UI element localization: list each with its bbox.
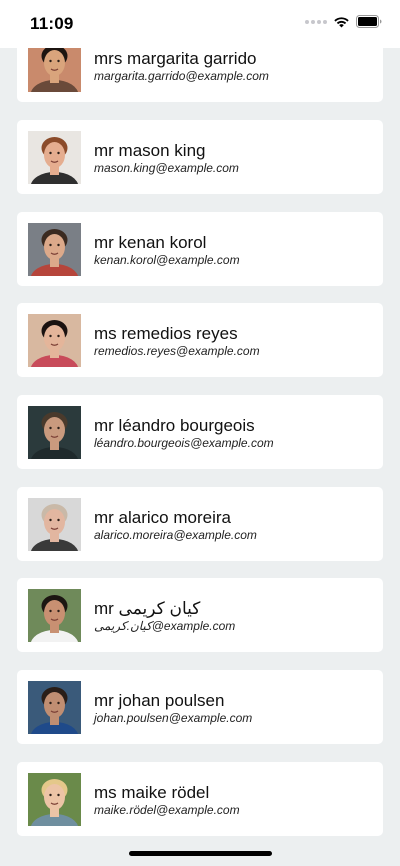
status-bar: 11:09 bbox=[0, 0, 400, 48]
contact-email: remedios.reyes@example.com bbox=[94, 344, 260, 358]
contact-name: mr léandro bourgeois bbox=[94, 416, 255, 435]
contact-card[interactable]: mr kenan korol kenan.korol@example.com bbox=[17, 212, 383, 286]
contact-email: کیان.کریمی@example.com bbox=[94, 619, 236, 633]
home-indicator[interactable] bbox=[129, 851, 272, 856]
status-time: 11:09 bbox=[30, 14, 74, 33]
cellular-signal-icon bbox=[305, 19, 327, 24]
contact-name: ms maike rödel bbox=[94, 783, 210, 802]
contact-email: margarita.garrido@example.com bbox=[94, 69, 269, 83]
contact-email: mason.king@example.com bbox=[94, 161, 239, 175]
avatar bbox=[28, 773, 81, 826]
avatar bbox=[28, 406, 81, 459]
contact-name: mr johan poulsen bbox=[94, 691, 225, 710]
contact-email: johan.poulsen@example.com bbox=[94, 711, 253, 725]
battery-icon bbox=[356, 15, 382, 28]
avatar bbox=[28, 589, 81, 642]
contact-list[interactable]: mrs margarita garrido margarita.garrido@e… bbox=[0, 0, 400, 866]
contact-name: mr mason king bbox=[94, 141, 206, 160]
contact-card[interactable]: mr alarico moreira alarico.moreira@exampl… bbox=[17, 487, 383, 561]
contact-card[interactable]: mr mason king mason.king@example.com bbox=[17, 120, 383, 194]
contact-name: ms remedios reyes bbox=[94, 324, 238, 343]
contact-card[interactable]: mr johan poulsen johan.poulsen@example.co… bbox=[17, 670, 383, 744]
contact-card[interactable]: ms remedios reyes remedios.reyes@example.… bbox=[17, 303, 383, 377]
avatar bbox=[28, 131, 81, 184]
contact-name: mrs margarita garrido bbox=[94, 49, 257, 68]
contact-email: maike.rödel@example.com bbox=[94, 803, 240, 817]
contact-name: mr کیان کریمی bbox=[94, 599, 201, 618]
avatar bbox=[28, 314, 81, 367]
wifi-icon bbox=[334, 16, 349, 27]
contact-card[interactable]: mr کیان کریمی کیان.کریمی@example.com bbox=[17, 578, 383, 652]
contact-email: léandro.bourgeois@example.com bbox=[94, 436, 274, 450]
avatar bbox=[28, 681, 81, 734]
contact-name: mr alarico moreira bbox=[94, 508, 231, 527]
avatar bbox=[28, 223, 81, 276]
contact-email: alarico.moreira@example.com bbox=[94, 528, 257, 542]
contact-card[interactable]: ms maike rödel maike.rödel@example.com bbox=[17, 762, 383, 836]
status-icons bbox=[305, 15, 382, 28]
contact-card[interactable]: mr léandro bourgeois léandro.bourgeois@ex… bbox=[17, 395, 383, 469]
avatar bbox=[28, 498, 81, 551]
contact-name: mr kenan korol bbox=[94, 233, 207, 252]
contact-email: kenan.korol@example.com bbox=[94, 253, 240, 267]
